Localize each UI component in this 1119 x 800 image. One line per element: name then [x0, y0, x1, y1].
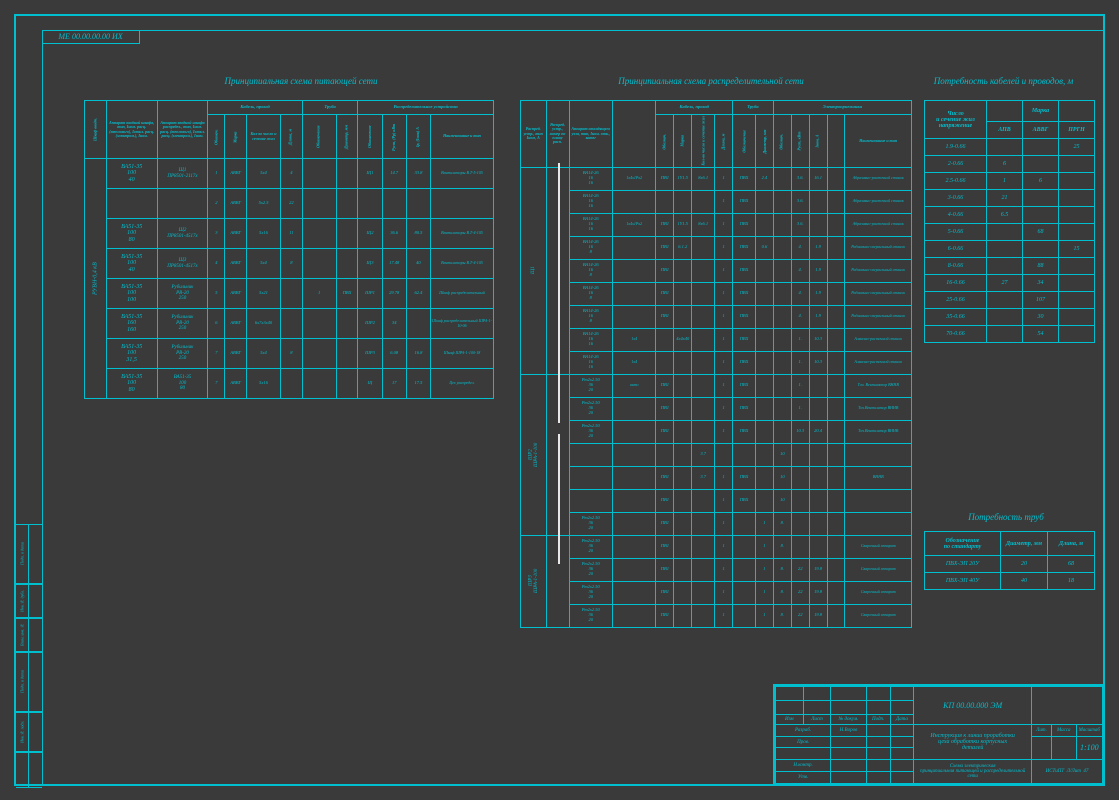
- cable-row: 6-0.6615: [925, 241, 1095, 258]
- bus-strip-2: [558, 434, 560, 564]
- dist-row: ВА14-26 16 161ПВХ3.6.Абразивно-расточной…: [521, 190, 912, 213]
- title-block: КП 00.00.000 ЭМ ИзмЛист№ докум.Подп.Дата…: [773, 684, 1103, 784]
- dist-row: Рт2x2.50 36 20ПВ11ПВХ1.Точ.Вентилятор ВН…: [521, 397, 912, 420]
- title-pipes: Потребность труб: [941, 512, 1071, 522]
- feed-row: ВА51-35 100 80ВА51-35 100 807АВВГ5x16Щ17…: [85, 369, 494, 399]
- dist-row: Рт2x2.50 36 20ПВ1118.2219.8Сварочный апп…: [521, 558, 912, 581]
- dist-row: Рт2x2.50 36 20ПВ1118.2219.8Сварочный апп…: [521, 581, 912, 604]
- dist-row: Рт2x2.50 36 20ПВ11ПВХ10.320.4Точ.Вентиля…: [521, 420, 912, 443]
- dist-row: ВА14-26 16 8ПВ11ПВХ4.1.9Радиально-сверли…: [521, 259, 912, 282]
- drawing-frame: МЕ 00.00.00.00 ИХ Инв.№ подл.Подп. и дат…: [14, 14, 1105, 786]
- tb-scale: 1:100: [1076, 736, 1102, 760]
- stub-cell: Подп. и дата: [16, 524, 28, 584]
- dist-row: ВА14-26 16 8ПВ11ПВХ4.1.9Радиально-сверли…: [521, 282, 912, 305]
- stub-cell: Взам. инв.№: [16, 618, 28, 652]
- bus-strip-1: [558, 163, 560, 423]
- stub-cell: [28, 712, 42, 752]
- doc-code: МЕ 00.00.00.00 ИХ: [42, 30, 140, 44]
- feed-row: ВА51-35 100 80Щ2 ПР8501-4517x3АВВГ5x1611…: [85, 219, 494, 249]
- dist-table: Распред. устр., тип Iном, АРаспред. устр…: [520, 100, 912, 628]
- dist-row: ПВ11ПВХ10: [521, 489, 912, 512]
- cable-row: 35-0.6630: [925, 309, 1095, 326]
- dist-row: Рт2x2.50 36 20ПВ1118.: [521, 512, 912, 535]
- title-feed: Принципиальная схема питающей сети: [176, 76, 426, 86]
- pipe-row: ПВХ-ЭП 20У2068: [925, 556, 1095, 573]
- dist-row: 3.710: [521, 443, 912, 466]
- feed-row: ВА51-35 100 31,5Рубильник РВ-20 2507АВВГ…: [85, 339, 494, 369]
- stub-cell: Подп. и дата: [16, 652, 28, 712]
- tb-project: Инструкция к линии проработки цеха обраб…: [914, 724, 1032, 759]
- dist-row: Щ1ВА14-26 16 161x4x1Px2ПВ11Y1.58x6.11ПВХ…: [521, 167, 912, 190]
- cable-row: 8-0.6688: [925, 258, 1095, 275]
- dist-row: ВА14-26 16 8ПВ11ПВХ4.1.9Радиально-сверли…: [521, 305, 912, 328]
- tb-sub: Схема электрическая принципиальная питаю…: [914, 760, 1032, 784]
- cable-row: 5-0.6668: [925, 224, 1095, 241]
- title-dist: Принципиальная схема распределительной с…: [571, 76, 851, 86]
- feed-row: ВА51-35 100 100Рубильник РВ-20 2505АВВГ5…: [85, 279, 494, 309]
- dist-row: ВА14-26 16 8ПВ16.1.21ПВХ0.64.1.9Радиальн…: [521, 236, 912, 259]
- title-cables: Потребность кабелей и проводов, м: [916, 76, 1091, 86]
- stub-cell: Инв.№ дубл.: [16, 584, 28, 618]
- stub-cell: [28, 752, 42, 788]
- cable-row: 25-0.66107: [925, 292, 1095, 309]
- cable-row: 70-0.6654: [925, 326, 1095, 343]
- feed-row: РУВН-0,4 кВВА51-35 100 40Щ1 ПР8501-2117x…: [85, 159, 494, 189]
- stub-cell: [28, 524, 42, 584]
- dist-row: Рт2x2.50 36 20ПВ1118.2219.8Сварочный апп…: [521, 604, 912, 627]
- dist-row: ВА14-26 16 161x4x1Px2ПВ11Y1.58x6.11ПВХ3.…: [521, 213, 912, 236]
- stub-cell: [28, 652, 42, 712]
- stub-cell: Инв.№ подл.: [16, 712, 28, 752]
- stub-cell: [16, 752, 28, 788]
- feed-table: Шкаф вводн.Аппарат вводной шкафа, тип, I…: [84, 100, 494, 399]
- cable-row: 3-0.6621: [925, 190, 1095, 207]
- dist-row: ШР3 ШРА-1-100Рт2x2.50 36 20ПВ1118.Свароч…: [521, 535, 912, 558]
- stub-cell: [28, 618, 42, 652]
- dist-row: ВА14-26 16 161x44x4x401ПВХ1.10.3Алмазно-…: [521, 328, 912, 351]
- feed-row: ВА51-35 100 40Щ3 ПР8501-4517x4АВВГ5x48Щ3…: [85, 249, 494, 279]
- stub-cell: [28, 584, 42, 618]
- title-block-grid: КП 00.00.000 ЭМ ИзмЛист№ докум.Подп.Дата…: [775, 686, 1103, 784]
- dist-row: ВА14-26 16 161x41ПВХ1.10.3Алмазно-расточ…: [521, 351, 912, 374]
- dist-row: ПВ13.71ПВХ10ВННВ: [521, 466, 912, 489]
- tb-doc: КП 00.00.000 ЭМ: [914, 687, 1032, 725]
- feed-row: 2АВВГ5x2.522: [85, 189, 494, 219]
- pipe-row: ПВХ-ЭП 40У4018: [925, 573, 1095, 590]
- pipe-table: Обозначение по стандартуДиаметр, ммДлина…: [924, 531, 1095, 590]
- cable-table: Число и сечение жил напряжениеМаркаАПВАВ…: [924, 100, 1095, 343]
- dist-row: ШР2 ШРА-1-100Рт2x2.50 36 20автоПВ11ПВХ1.…: [521, 374, 912, 397]
- feed-row: ВА51-35 160 160Рубильник РВ-20 2506АВВГ6…: [85, 309, 494, 339]
- cable-row: 2.5-0.6616: [925, 173, 1095, 190]
- cable-row: 4-0.666.5: [925, 207, 1095, 224]
- cable-row: 1.9-0.6625: [925, 139, 1095, 156]
- cable-row: 16-0.662734: [925, 275, 1095, 292]
- left-margin-stubs: Инв.№ подл.Подп. и датаВзам. инв.№Инв.№ …: [16, 30, 42, 788]
- cable-row: 2-0.666: [925, 156, 1095, 173]
